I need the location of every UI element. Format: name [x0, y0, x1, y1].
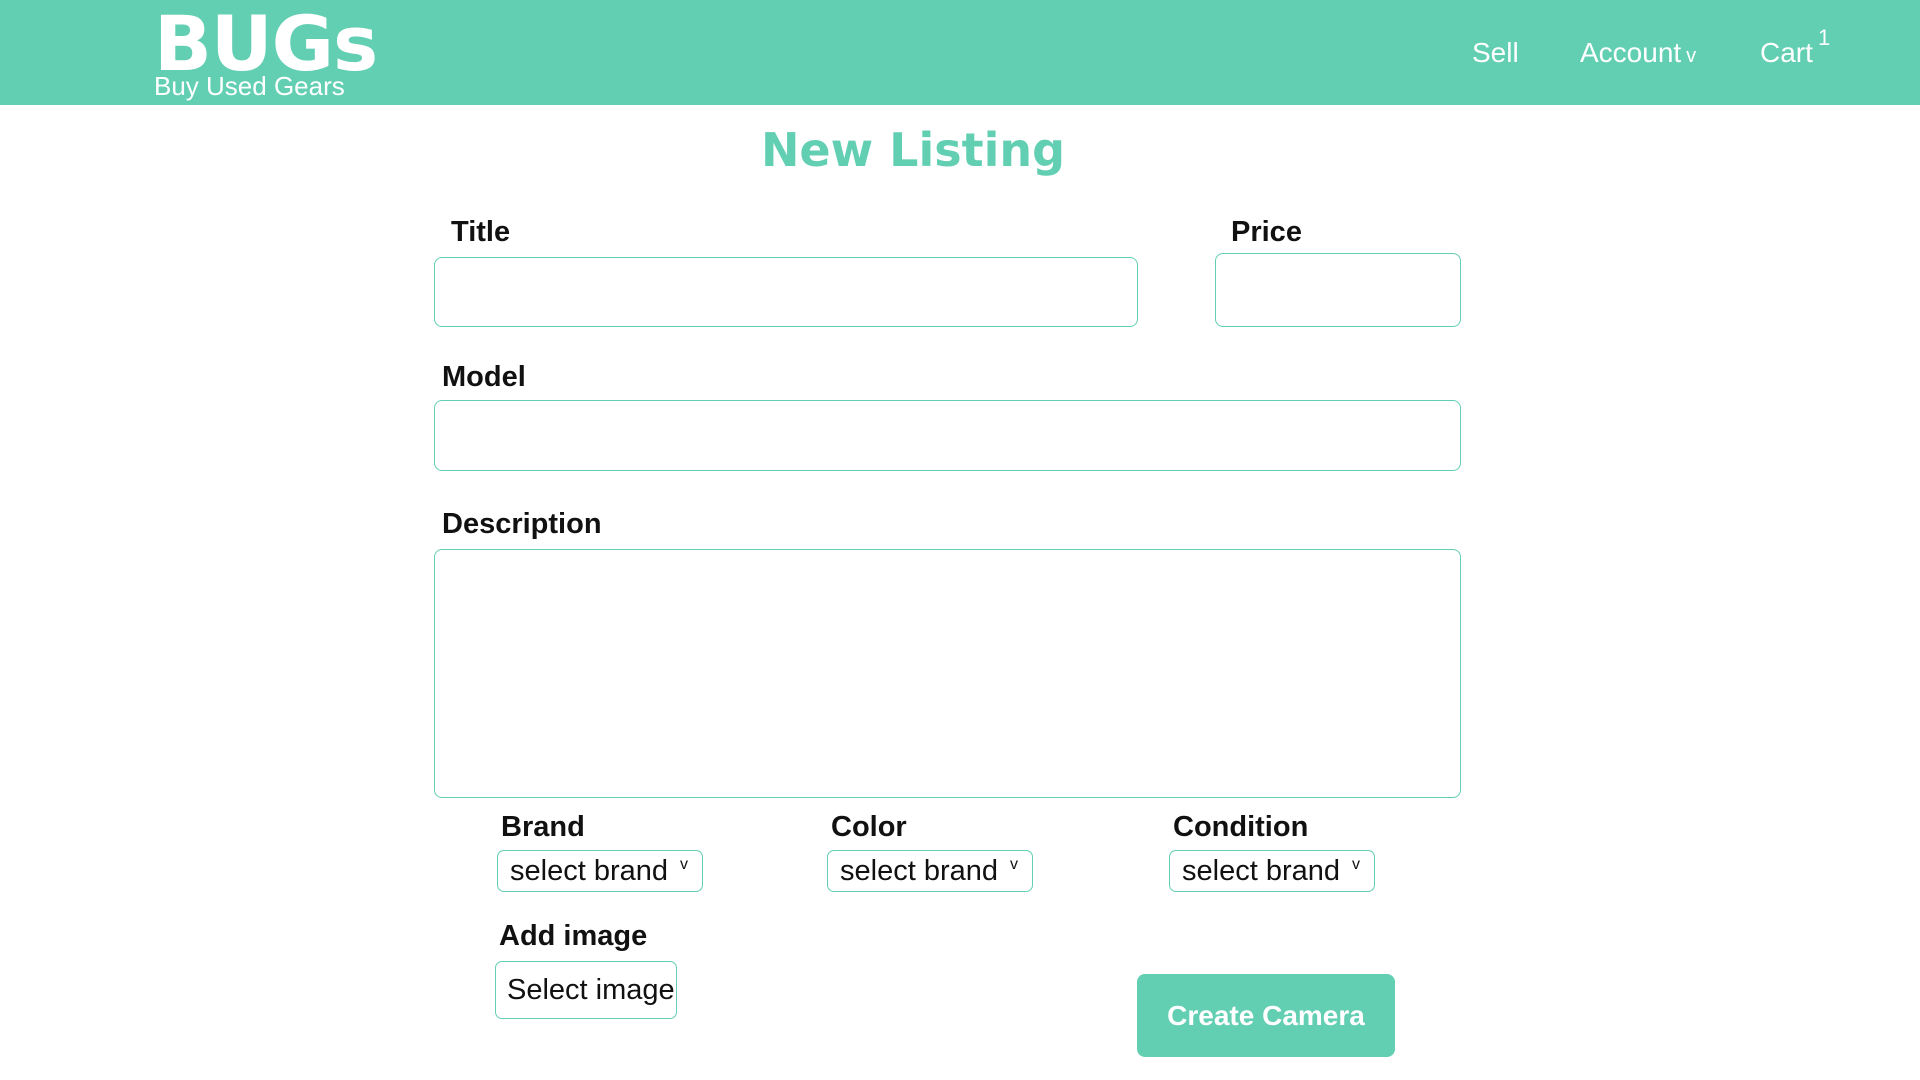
nav-cart-label: Cart — [1760, 37, 1813, 68]
chevron-down-icon: v — [1352, 856, 1360, 873]
brand-select[interactable]: select brand v — [497, 850, 703, 892]
chevron-down-icon: v — [1686, 45, 1697, 67]
chevron-down-icon: v — [1010, 856, 1018, 873]
title-label: Title — [451, 216, 511, 248]
nav-account-label: Account — [1580, 37, 1682, 68]
nav-cart-link[interactable]: Cart 1 — [1760, 26, 1830, 70]
chevron-down-icon: v — [680, 856, 688, 873]
select-image-label: Select image — [507, 974, 675, 1006]
brand-label: Brand — [501, 811, 585, 843]
brand-select-value: select brand — [510, 855, 668, 887]
price-input[interactable] — [1215, 253, 1461, 327]
create-camera-button[interactable]: Create Camera — [1137, 974, 1395, 1057]
logo[interactable]: BUGs Buy Used Gears — [151, 0, 378, 105]
description-label: Description — [442, 508, 602, 540]
model-label: Model — [442, 361, 526, 393]
add-image-label: Add image — [499, 920, 648, 952]
color-label: Color — [831, 811, 907, 843]
nav-account-menu[interactable]: Account v — [1580, 36, 1696, 73]
nav-sell-link[interactable]: Sell — [1472, 36, 1519, 70]
condition-select-value: select brand — [1182, 855, 1340, 887]
logo-tagline: Buy Used Gears — [154, 71, 345, 101]
model-input[interactable] — [434, 400, 1461, 471]
color-select[interactable]: select brand v — [827, 850, 1033, 892]
color-select-value: select brand — [840, 855, 998, 887]
price-label: Price — [1231, 216, 1302, 248]
select-image-button[interactable]: Select image — [495, 961, 677, 1019]
cart-count-badge: 1 — [1818, 25, 1831, 50]
condition-select[interactable]: select brand v — [1169, 850, 1375, 892]
title-input[interactable] — [434, 257, 1138, 327]
navbar: BUGs Buy Used Gears Sell Account v Cart 1 — [0, 0, 1920, 105]
condition-label: Condition — [1173, 811, 1309, 843]
description-textarea[interactable] — [434, 549, 1461, 798]
page-title: New Listing — [760, 123, 1066, 177]
